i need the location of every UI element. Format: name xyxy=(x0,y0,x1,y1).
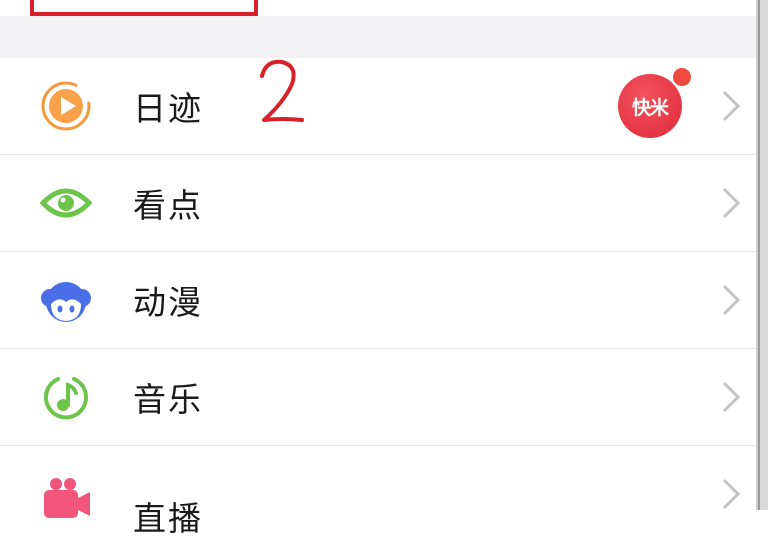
annotation-highlight-box xyxy=(30,0,258,16)
annotation-number-2 xyxy=(260,59,304,122)
chevron-right-icon xyxy=(722,90,741,122)
chevron-right-icon xyxy=(722,187,741,219)
feature-menu-list: 日迹 快米 看点 动漫 音乐 直播 xyxy=(0,58,756,556)
menu-item-zhibo[interactable]: 直播 xyxy=(0,446,756,556)
menu-item-label: 看点 xyxy=(133,186,203,225)
menu-item-label: 日迹 xyxy=(133,89,203,128)
chevron-right-icon xyxy=(722,381,741,413)
menu-item-label: 动漫 xyxy=(133,283,203,322)
menu-item-label: 音乐 xyxy=(133,380,203,419)
blue-anime-face-icon xyxy=(41,282,91,322)
menu-item-dongman[interactable]: 动漫 xyxy=(0,252,756,349)
window-edge xyxy=(756,0,768,510)
menu-item-label: 直播 xyxy=(133,499,203,538)
pink-video-camera-icon xyxy=(44,478,90,518)
chevron-right-icon xyxy=(722,478,741,510)
menu-item-kandian[interactable]: 看点 xyxy=(0,155,756,252)
section-separator xyxy=(0,16,756,58)
green-eye-icon xyxy=(40,188,92,218)
notification-dot xyxy=(671,66,693,88)
menu-item-riji[interactable]: 日迹 快米 xyxy=(0,58,756,155)
chevron-right-icon xyxy=(722,284,741,316)
orange-play-circle-icon xyxy=(41,81,91,131)
menu-item-yinyue[interactable]: 音乐 xyxy=(0,349,756,446)
green-music-note-icon xyxy=(44,377,88,420)
